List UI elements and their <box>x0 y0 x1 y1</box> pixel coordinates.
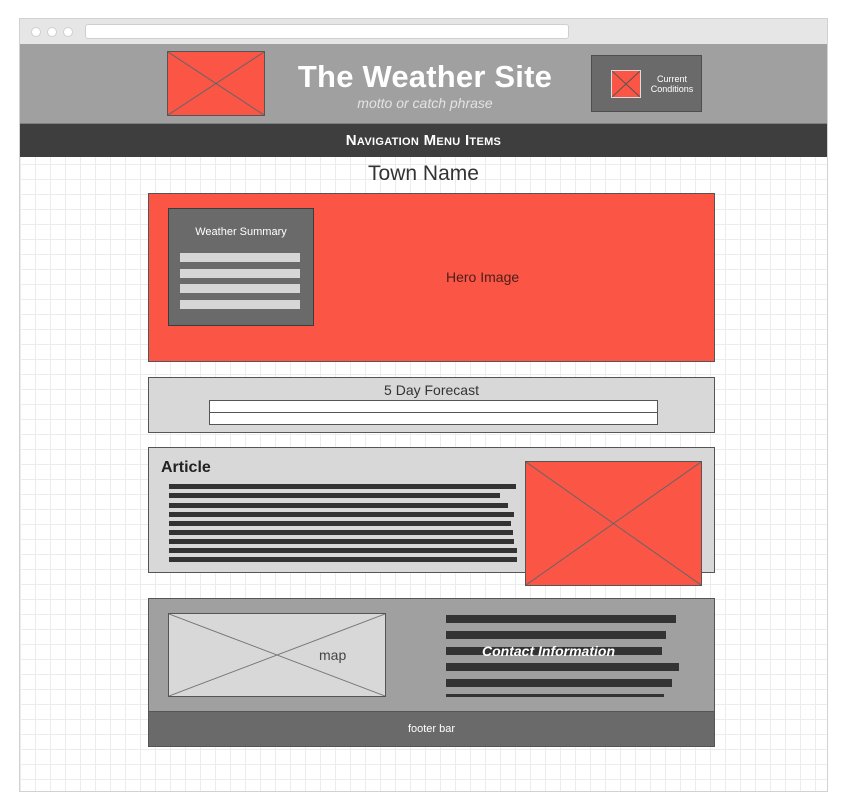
contact-text-line <box>446 679 672 687</box>
weather-summary-panel: Weather Summary <box>168 208 314 326</box>
site-header: The Weather Site motto or catch phrase C… <box>20 44 827 124</box>
footer-bar-label: footer bar <box>407 723 456 735</box>
window-close-dot[interactable] <box>31 27 41 37</box>
current-conditions-label: Current Conditions <box>650 74 694 94</box>
map-placeholder-icon <box>169 614 385 696</box>
map-contact-section: map Contact Information footer bar <box>148 598 715 747</box>
article-text-line <box>169 530 513 535</box>
summary-text-line <box>180 284 300 293</box>
page-viewport: The Weather Site motto or catch phrase C… <box>20 44 827 791</box>
forecast-row-divider <box>210 412 657 413</box>
forecast-title: 5 Day Forecast <box>384 382 479 398</box>
navigation-bar: Navigation Menu Items <box>20 124 827 157</box>
five-day-forecast-panel: 5 Day Forecast <box>148 377 715 433</box>
footer-bar: footer bar <box>149 711 714 746</box>
article-image-placeholder[interactable] <box>525 461 702 586</box>
summary-text-line <box>180 300 300 309</box>
image-placeholder-icon <box>168 52 264 115</box>
conditions-icon <box>611 70 641 98</box>
contact-text-line <box>446 631 666 639</box>
browser-toolbar <box>20 19 827 44</box>
article-text-line <box>169 557 517 562</box>
article-text-line <box>169 503 508 508</box>
logo-placeholder-image[interactable] <box>167 51 265 116</box>
window-maximize-dot[interactable] <box>63 27 73 37</box>
map-label: map <box>319 647 347 663</box>
image-placeholder-icon <box>526 462 701 585</box>
article-title[interactable]: Article <box>161 459 211 477</box>
contact-text-line <box>446 663 679 671</box>
current-conditions-widget[interactable]: Current Conditions <box>591 55 702 112</box>
article-text-line <box>169 521 511 526</box>
article-text-line <box>169 484 516 489</box>
weather-summary-title: Weather Summary <box>195 226 287 238</box>
article-text-line <box>169 539 514 544</box>
forecast-table[interactable] <box>209 400 658 425</box>
map-placeholder[interactable]: map <box>168 613 386 697</box>
summary-text-line <box>180 253 300 262</box>
window-minimize-dot[interactable] <box>47 27 57 37</box>
browser-window: The Weather Site motto or catch phrase C… <box>19 18 828 792</box>
address-bar[interactable] <box>85 24 569 39</box>
site-motto: motto or catch phrase <box>357 95 493 111</box>
hero-image-label: Hero Image <box>446 269 520 285</box>
contact-information-label[interactable]: Contact Information <box>482 643 615 659</box>
site-title[interactable]: The Weather Site <box>260 59 590 95</box>
image-placeholder-icon <box>612 71 640 97</box>
article-text-line <box>169 512 514 517</box>
navigation-menu-items[interactable]: Navigation Menu Items <box>20 124 827 157</box>
summary-text-line <box>180 269 300 278</box>
town-name-heading: Town Name <box>368 162 479 185</box>
contact-text-line <box>446 694 664 697</box>
hero-image: Weather Summary Hero Image <box>148 193 715 362</box>
article-text-line <box>169 548 517 553</box>
contact-text-line <box>446 615 676 623</box>
article-text-line <box>169 493 500 498</box>
